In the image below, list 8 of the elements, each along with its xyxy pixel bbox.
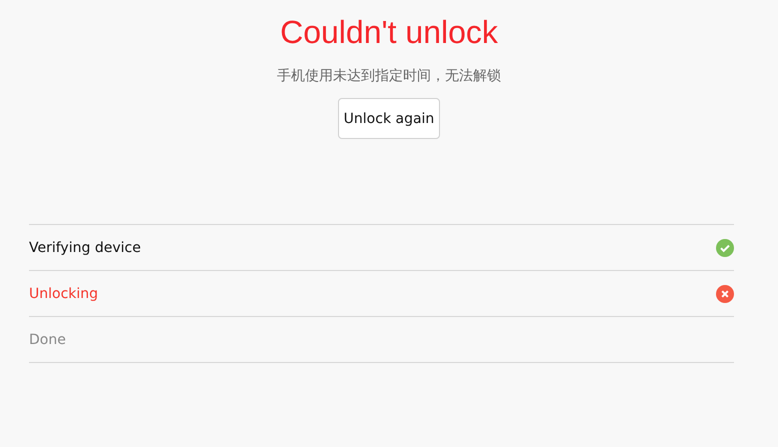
page-title: Couldn't unlock	[280, 13, 498, 52]
step-label: Verifying device	[29, 240, 141, 256]
error-message: 手机使用未达到指定时间，无法解锁	[277, 67, 501, 86]
step-label: Unlocking	[29, 286, 98, 302]
error-icon	[716, 284, 734, 302]
step-label: Done	[29, 332, 66, 348]
unlock-again-button[interactable]: Unlock again	[338, 98, 440, 139]
check-icon	[716, 238, 734, 256]
